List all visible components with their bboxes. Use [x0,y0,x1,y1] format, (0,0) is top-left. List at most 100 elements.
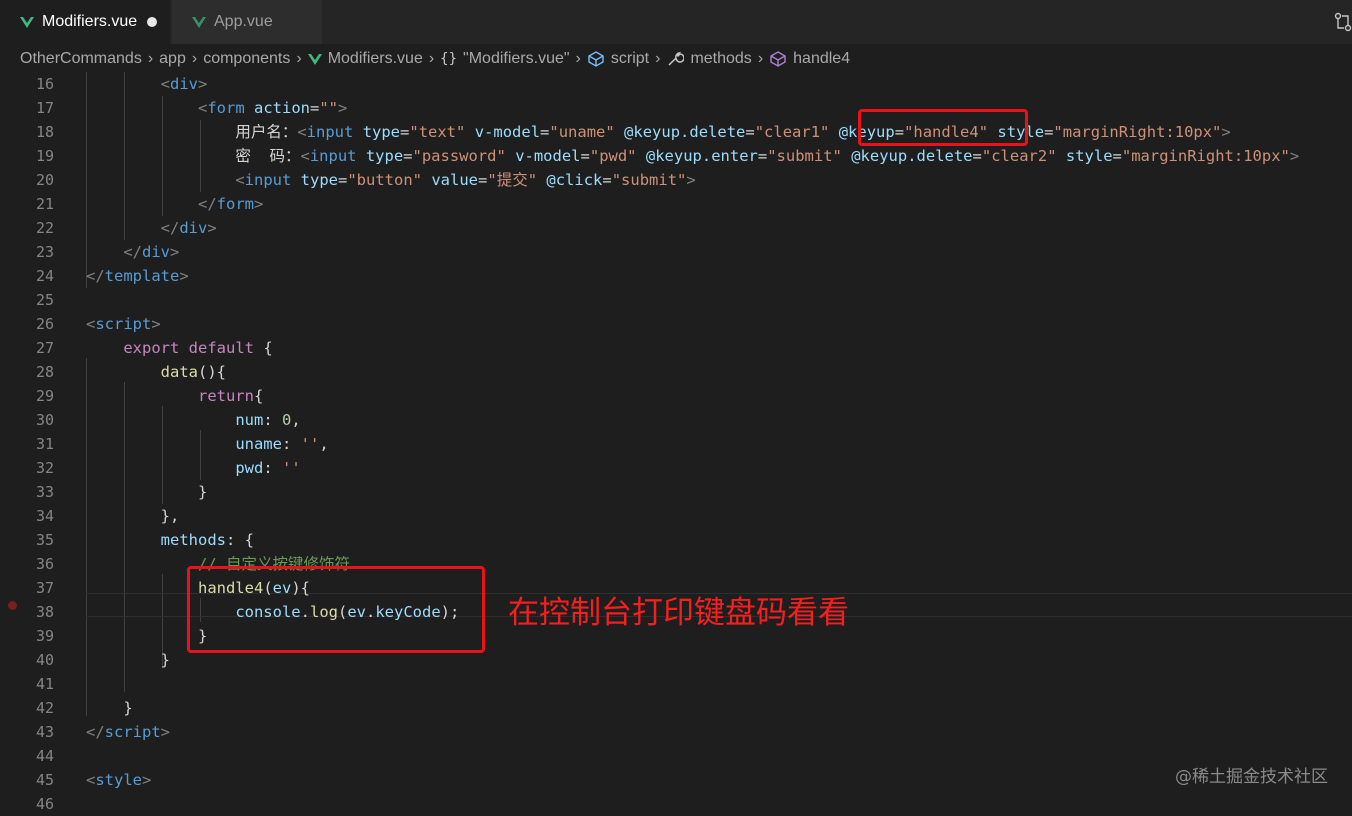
line-number: 28 [35,363,54,381]
tab-label: Modifiers.vue [42,13,138,30]
line-number: 25 [35,291,54,309]
code-line[interactable]: 26 <script> [0,312,1352,336]
code-text: methods: { [160,531,254,549]
code-line[interactable]: 28 data(){ [0,360,1352,384]
code-text: <input type="button" value="提交" @click="… [235,171,696,189]
breadcrumb-label: Modifiers.vue [327,50,423,67]
chevron-right-icon: › [296,50,302,67]
code-line[interactable]: 16 <div> [0,72,1352,96]
breadcrumb-label: "Modifiers.vue" [463,50,570,67]
code-line[interactable]: 32 pwd: '' [0,456,1352,480]
line-number: 18 [35,123,54,141]
vue-file-icon [192,16,206,28]
code-line[interactable]: 43 </script> [0,720,1352,744]
code-text: </template> [86,267,189,285]
tab-bar: Modifiers.vue App.vue [0,0,1352,44]
breadcrumb-item-module[interactable]: {} "Modifiers.vue" [440,50,569,68]
breadcrumb-label: OtherCommands [20,50,142,67]
code-text: } [160,651,170,669]
breadcrumb-item-app[interactable]: app [159,50,186,68]
line-number: 37 [35,579,54,597]
line-number: 30 [35,411,54,429]
code-line[interactable]: 21 </form> [0,192,1352,216]
code-text: } [123,699,133,717]
line-number: 36 [35,555,54,573]
line-number: 45 [35,771,54,789]
code-line[interactable]: 19 密 码：<input type="password" v-model="p… [0,144,1352,168]
line-number: 34 [35,507,54,525]
code-text: <form action=""> [197,99,348,117]
line-number: 26 [35,315,54,333]
code-line[interactable]: 34 }, [0,504,1352,528]
code-text: export default { [123,339,273,357]
line-number: 42 [35,699,54,717]
vue-file-icon [20,16,34,28]
code-text: 用户名：<input type="text" v-model="uname" @… [235,123,1231,141]
tab-app-vue[interactable]: App.vue [172,0,322,44]
tab-modifiers-vue[interactable]: Modifiers.vue [0,0,170,44]
line-number: 32 [35,459,54,477]
tab-label: App.vue [214,13,273,30]
code-line[interactable]: 20 <input type="button" value="提交" @clic… [0,168,1352,192]
line-number: 46 [35,795,54,813]
line-number: 21 [35,195,54,213]
breadcrumb-label: components [203,50,291,67]
line-number: 43 [35,723,54,741]
watermark: @稀土掘金技术社区 [1175,767,1328,787]
code-line[interactable]: 29 return{ [0,384,1352,408]
annotation-text: 在控制台打印键盘码看看 [508,595,849,631]
code-line[interactable]: 27 export default { [0,336,1352,360]
line-number: 23 [35,243,54,261]
code-editor[interactable]: 16 <div> 17 <form action=""> 18 用户名：<inp… [0,72,1352,813]
cube-outline-icon [588,51,604,67]
code-line[interactable]: 41 [0,672,1352,696]
breadcrumb-label: app [159,50,186,67]
code-line[interactable]: 33 } [0,480,1352,504]
code-text: num: 0, [235,411,301,429]
line-number: 29 [35,387,54,405]
breadcrumb-item-script[interactable]: script [587,50,649,68]
source-control-compare-icon[interactable] [1334,12,1352,32]
chevron-right-icon: › [191,50,198,67]
chevron-right-icon: › [147,50,154,67]
code-line[interactable]: 44 [0,744,1352,768]
code-text: </script> [86,723,171,741]
code-line[interactable]: 30 num: 0, [0,408,1352,432]
code-text: data(){ [160,363,226,381]
code-line[interactable]: 25 [0,288,1352,312]
breadcrumb-label: methods [690,50,752,67]
code-line[interactable]: 24 </template> [0,264,1352,288]
line-number: 17 [35,99,54,117]
breadcrumb-item-othercommands[interactable]: OtherCommands [20,50,142,68]
line-number: 35 [35,531,54,549]
code-line[interactable]: 18 用户名：<input type="text" v-model="uname… [0,120,1352,144]
chevron-right-icon: › [655,50,661,67]
code-text: </div> [123,243,180,261]
code-line[interactable]: 46 [0,792,1352,816]
breadcrumb-item-modifiers-vue[interactable]: Modifiers.vue [307,50,423,68]
code-line[interactable]: 22 </div> [0,216,1352,240]
code-text: 密 码：<input type="password" v-model="pwd"… [235,147,1300,165]
code-line[interactable]: 31 uname: '', [0,432,1352,456]
line-number: 40 [35,651,54,669]
line-number: 24 [35,267,54,285]
line-number: 16 [35,75,54,93]
chevron-right-icon: › [428,50,435,67]
unsaved-dot-icon[interactable] [147,17,158,27]
code-text: }, [160,507,180,525]
code-line[interactable]: 23 </div> [0,240,1352,264]
code-line[interactable]: 42 } [0,696,1352,720]
line-number: 31 [35,435,54,453]
breadcrumb-label: handle4 [793,50,851,67]
breadcrumb-item-methods[interactable]: methods [666,50,752,68]
breadcrumb-item-handle4[interactable]: handle4 [769,50,850,68]
code-text: uname: '', [235,435,329,453]
code-line[interactable]: 45 <style> [0,768,1352,792]
code-text: pwd: '' [235,459,301,477]
breadcrumb-item-components[interactable]: components [203,50,290,68]
breadcrumb-label: script [610,50,650,67]
highlight-box-keyup-handler [858,109,1028,146]
code-line[interactable]: 17 <form action=""> [0,96,1352,120]
line-number: 33 [35,483,54,501]
code-line[interactable]: 35 methods: { [0,528,1352,552]
